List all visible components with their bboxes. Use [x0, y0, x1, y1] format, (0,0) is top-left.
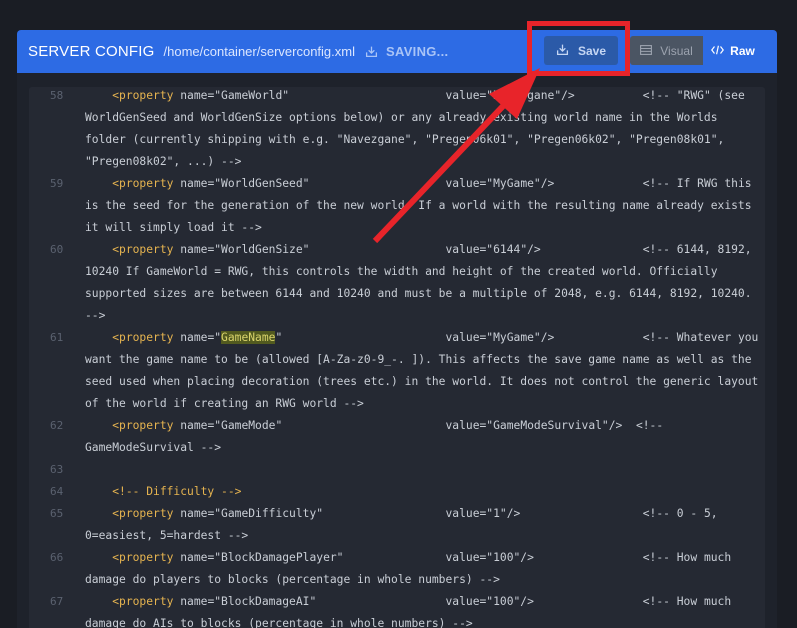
raw-mode-label: Raw: [730, 43, 755, 58]
line-text: <property name="GameDifficulty" value="1…: [85, 503, 765, 547]
xml-attribute: name=": [173, 507, 222, 520]
line-text: <property name="BlockDamageAI" value="10…: [85, 591, 765, 628]
code-icon: [711, 44, 725, 58]
line-number: 63: [50, 463, 64, 476]
code-lines: 58 <property name="GameWorld" value="Nav…: [29, 87, 765, 628]
line-number: 64: [50, 485, 64, 498]
xml-attribute: name=": [173, 177, 222, 190]
xml-attribute: name=": [173, 89, 222, 102]
save-button[interactable]: Save: [544, 36, 618, 65]
line-number: 66: [50, 551, 64, 564]
line-number: 61: [50, 331, 64, 344]
property-name: BlockDamageAI: [221, 595, 310, 608]
code-editor[interactable]: 58 <property name="GameWorld" value="Nav…: [29, 87, 765, 628]
raw-mode-button[interactable]: Raw: [703, 36, 763, 65]
server-config-panel: SERVER CONFIG /home/container/serverconf…: [17, 30, 777, 628]
code-line: 58 <property name="GameWorld" value="Nav…: [29, 87, 765, 173]
code-line: 62 <property name="GameMode" value="Game…: [29, 415, 765, 459]
xml-tag: <!-- Difficulty -->: [112, 485, 242, 498]
xml-attribute: name=": [173, 243, 222, 256]
download-icon: [556, 43, 569, 59]
table-icon: [640, 44, 653, 58]
save-button-label: Save: [577, 43, 607, 58]
xml-attribute: name=": [173, 595, 222, 608]
line-text: <property name="WorldGenSize" value="614…: [85, 239, 765, 327]
xml-tag: <property: [112, 507, 174, 520]
panel-title: SERVER CONFIG: [28, 43, 155, 60]
code-line: 66 <property name="BlockDamagePlayer" va…: [29, 547, 765, 591]
panel-header: SERVER CONFIG /home/container/serverconf…: [17, 30, 777, 73]
xml-attribute: name=": [173, 331, 222, 344]
line-text: <property name="BlockDamagePlayer" value…: [85, 547, 765, 591]
line-number: 62: [50, 419, 64, 432]
property-name: GameName: [221, 331, 276, 344]
code-line: 65 <property name="GameDifficulty" value…: [29, 503, 765, 547]
xml-tag: <property: [112, 243, 174, 256]
property-name: GameDifficulty: [221, 507, 317, 520]
property-name: BlockDamagePlayer: [221, 551, 337, 564]
line-text: <property name="GameMode" value="GameMod…: [85, 415, 765, 459]
file-path: /home/container/serverconfig.xml: [163, 44, 355, 59]
property-name: GameWorld: [221, 89, 283, 102]
xml-tag: <property: [112, 551, 174, 564]
xml-tag: <property: [112, 595, 174, 608]
line-number: 67: [50, 595, 64, 608]
property-name: WorldGenSize: [221, 243, 303, 256]
view-mode-toggle: Visual Raw: [630, 36, 763, 65]
line-text: <!-- Difficulty -->: [85, 481, 765, 503]
xml-tag: <property: [112, 177, 174, 190]
code-line: 61 <property name="GameName" value="MyGa…: [29, 327, 765, 415]
line-text: <property name="WorldGenSeed" value="MyG…: [85, 173, 765, 239]
line-number: 58: [50, 89, 64, 102]
code-line: 67 <property name="BlockDamageAI" value=…: [29, 591, 765, 628]
download-icon: [365, 45, 378, 58]
line-number: 59: [50, 177, 64, 190]
code-line: 63: [29, 459, 765, 481]
property-name: WorldGenSeed: [221, 177, 303, 190]
xml-tag: <property: [112, 419, 174, 432]
xml-tag: <property: [112, 89, 174, 102]
code-line: 59 <property name="WorldGenSeed" value="…: [29, 173, 765, 239]
visual-mode-label: Visual: [660, 43, 693, 58]
line-number: 65: [50, 507, 64, 520]
line-text: <property name="GameName" value="MyGame"…: [85, 327, 765, 415]
line-number: 60: [50, 243, 64, 256]
xml-tag: <property: [112, 331, 174, 344]
code-line: 64 <!-- Difficulty -->: [29, 481, 765, 503]
line-text: [85, 459, 765, 481]
code-line: 60 <property name="WorldGenSize" value="…: [29, 239, 765, 327]
saving-status: SAVING...: [386, 44, 449, 59]
xml-attribute: name=": [173, 419, 222, 432]
line-text: <property name="GameWorld" value="Navezg…: [85, 87, 765, 173]
visual-mode-button[interactable]: Visual: [630, 36, 703, 65]
xml-attribute: name=": [173, 551, 222, 564]
property-name: GameMode: [221, 419, 276, 432]
